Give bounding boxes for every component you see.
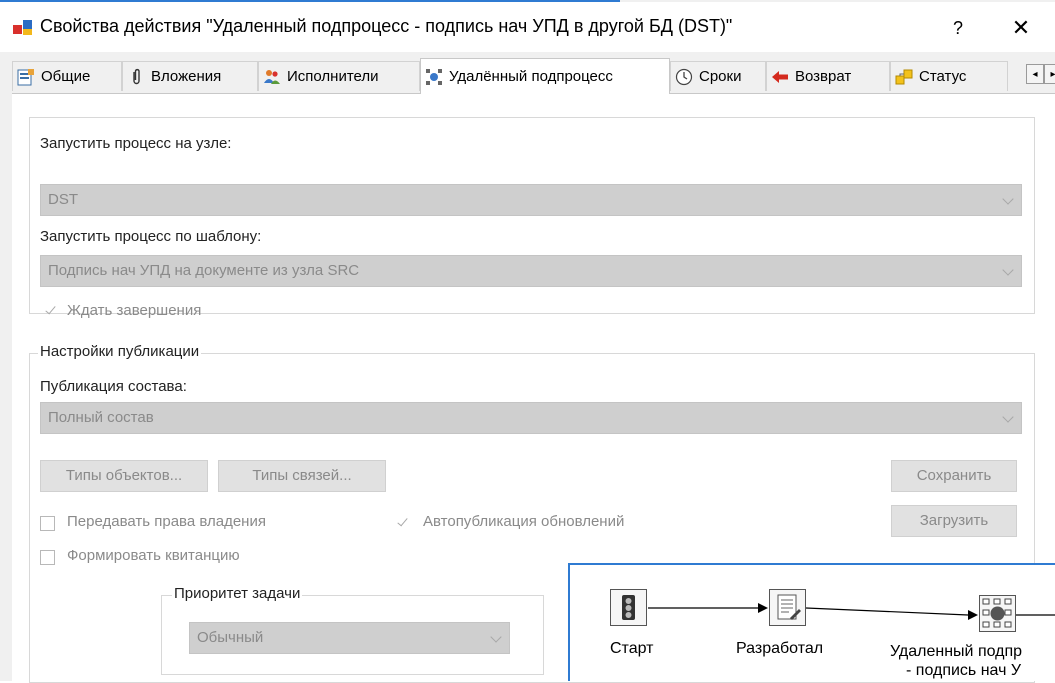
publication-group-title: Настройки публикации [38,343,202,360]
tab-scroll-buttons: ◂ ▸ [1026,64,1055,84]
auto-publish-checkbox[interactable] [396,516,411,531]
object-types-button[interactable]: Типы объектов... [40,460,208,492]
priority-group: Приоритет задачи Обычный [161,585,544,675]
remote-subprocess-icon [426,68,442,85]
chevron-down-icon [1002,411,1014,423]
general-properties-icon [17,68,34,85]
tab-remote-subprocess[interactable]: Удалённый подпроцесс [420,58,670,94]
node-label: Запустить процесс на узле: [40,135,232,152]
composition-label: Публикация состава: [40,378,187,395]
tab-label: Сроки [699,68,742,85]
tab-scroll-right-button[interactable]: ▸ [1044,64,1055,84]
workflow-node-start[interactable] [610,589,647,626]
workflow-node-remote-subprocess-label: Удаленный подпр [890,643,1023,660]
app-icon [13,20,32,35]
wait-completion-checkbox[interactable] [44,304,59,319]
paperclip-icon [133,68,140,84]
tab-deadlines[interactable]: Сроки [670,61,766,91]
traffic-light-icon [622,595,635,620]
load-button[interactable]: Загрузить [891,505,1017,537]
chevron-down-icon [1002,193,1014,205]
tab-status[interactable]: Статус [890,61,1008,91]
workflow-node-developed[interactable] [769,589,806,626]
wait-completion-label: Ждать завершения [67,302,202,319]
tab-general[interactable]: Общие [12,61,122,91]
workflow-node-developed-label: Разработал [736,640,824,657]
tab-return[interactable]: Возврат [766,61,890,91]
transfer-ownership-checkbox[interactable] [40,516,55,531]
tab-label: Общие [41,68,91,85]
tab-label: Удалённый подпроцесс [449,68,613,85]
save-button[interactable]: Сохранить [891,460,1017,492]
clock-icon [675,68,693,85]
help-button[interactable]: ? [942,12,974,44]
tab-label: Статус [919,68,967,85]
workflow-diagram-overlay: Старт Разработал Удаленный подпр - подпи… [568,563,1055,681]
composition-select-value: Полный состав [48,409,154,426]
properties-dialog: Свойства действия "Удаленный подпроцесс … [0,0,1055,683]
remote-subprocess-node-icon [982,598,1012,628]
composition-select[interactable]: Полный состав [40,402,1022,434]
transfer-ownership-label: Передавать права владения [67,513,266,530]
node-select[interactable]: DST [40,184,1022,216]
tab-label: Исполнители [287,68,379,85]
tab-attachments[interactable]: Вложения [122,61,258,91]
arrow-head [968,610,978,620]
red-arrow-left-icon [772,70,788,83]
tab-performers[interactable]: Исполнители [258,61,420,91]
window-title: Свойства действия "Удаленный подпроцесс … [40,16,733,36]
link-types-button[interactable]: Типы связей... [218,460,386,492]
close-button[interactable]: ✕ [1003,12,1039,44]
subprocess-group: Запустить процесс на узле: DST Запустить… [29,117,1035,319]
auto-publish-label: Автопубликация обновлений [423,513,625,530]
document-edit-icon [777,594,801,620]
receipt-label: Формировать квитанцию [67,547,240,564]
users-icon [264,69,280,84]
chevron-down-icon [490,631,502,643]
template-label: Запустить процесс по шаблону: [40,228,262,245]
node-select-value: DST [48,191,78,208]
tab-label: Возврат [795,68,852,85]
title-bar: Свойства действия "Удаленный подпроцесс … [0,2,1055,52]
template-select[interactable]: Подпись нач УПД на документе из узла SRC [40,255,1022,287]
tab-label: Вложения [151,68,222,85]
chevron-down-icon [1002,264,1014,276]
workflow-node-start-label: Старт [610,640,654,657]
tab-strip: Общие Вложения Исполнители Удалённый под… [12,58,1055,94]
priority-group-title: Приоритет задачи [172,585,303,602]
tab-scroll-left-button[interactable]: ◂ [1026,64,1044,84]
workflow-node-remote-subprocess[interactable] [979,595,1016,632]
priority-select[interactable]: Обычный [189,622,510,654]
template-select-value: Подпись нач УПД на документе из узла SRC [48,262,360,279]
workflow-node-remote-subprocess-label-line2: - подпись нач У [906,662,1022,679]
arrow-head [758,603,768,613]
receipt-checkbox[interactable] [40,550,55,565]
status-icon [895,69,913,84]
priority-select-value: Обычный [197,629,264,646]
